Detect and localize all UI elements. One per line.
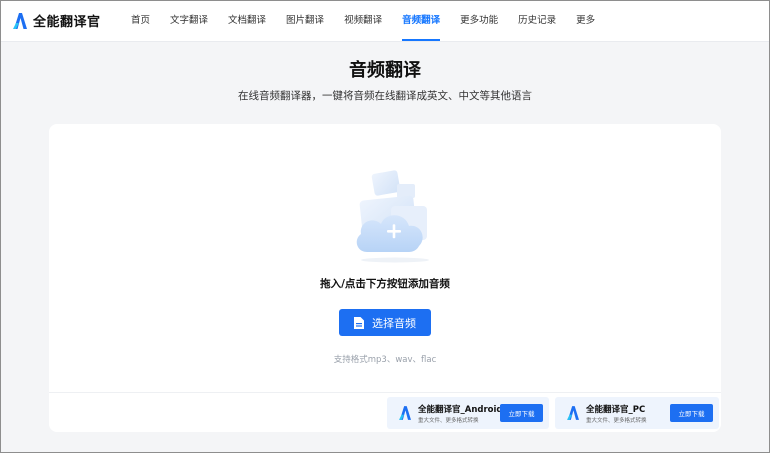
- choose-audio-button[interactable]: 选择音频: [339, 309, 431, 336]
- file-icon: [354, 316, 364, 329]
- card-divider: [49, 392, 721, 393]
- nav-item-home[interactable]: 首页: [131, 1, 150, 41]
- nav-item-image-translate[interactable]: 图片翻译: [286, 1, 324, 41]
- nav-item-history[interactable]: 历史记录: [518, 1, 556, 41]
- nav-item-video-translate[interactable]: 视频翻译: [344, 1, 382, 41]
- nav-menu: 首页 文字翻译 文档翻译 图片翻译 视频翻译 音频翻译 更多功能 历史记录 更多: [131, 1, 615, 41]
- pc-download-panel: 全能翻译官_PC 重大文件、更多格式转换 立即下载: [555, 397, 719, 429]
- upload-card[interactable]: 拖入/点击下方按钮添加音频 选择音频 支持格式mp3、wav、flac 全能翻译…: [49, 124, 721, 432]
- top-nav: 全能翻译官 首页 文字翻译 文档翻译 图片翻译 视频翻译 音频翻译 更多功能 历…: [1, 1, 769, 42]
- upload-cloud-icon[interactable]: [351, 168, 441, 264]
- nav-item-audio-translate[interactable]: 音频翻译: [402, 1, 441, 41]
- drop-hint: 拖入/点击下方按钮添加音频: [320, 278, 450, 290]
- brand-a-icon: [13, 12, 27, 29]
- nav-item-more-features[interactable]: 更多功能: [460, 1, 498, 41]
- android-download-panel: 全能翻译官_Android 重大文件、更多格式转换 立即下载: [387, 397, 549, 429]
- pc-download-desc: 重大文件、更多格式转换: [586, 418, 647, 424]
- pc-download-button[interactable]: 立即下载: [670, 404, 713, 422]
- choose-audio-label: 选择音频: [372, 316, 416, 330]
- android-download-button[interactable]: 立即下载: [500, 404, 543, 422]
- page-subtitle: 在线音频翻译器，一键将音频在线翻译成英文、中文等其他语言: [238, 90, 532, 102]
- brand-name: 全能翻译官: [33, 15, 101, 30]
- brand-logo[interactable]: 全能翻译官: [13, 11, 101, 30]
- app-logo-icon: [399, 406, 411, 420]
- nav-item-document-translate[interactable]: 文档翻译: [228, 1, 266, 41]
- nav-item-more[interactable]: 更多: [576, 1, 595, 41]
- android-download-desc: 重大文件、更多格式转换: [418, 418, 479, 424]
- pc-download-title: 全能翻译官_PC: [586, 405, 646, 415]
- android-download-title: 全能翻译官_Android: [418, 405, 503, 415]
- page-title: 音频翻译: [349, 60, 421, 81]
- supported-formats: 支持格式mp3、wav、flac: [333, 355, 437, 365]
- nav-item-text-translate[interactable]: 文字翻译: [170, 1, 208, 41]
- app-logo-icon: [567, 406, 579, 420]
